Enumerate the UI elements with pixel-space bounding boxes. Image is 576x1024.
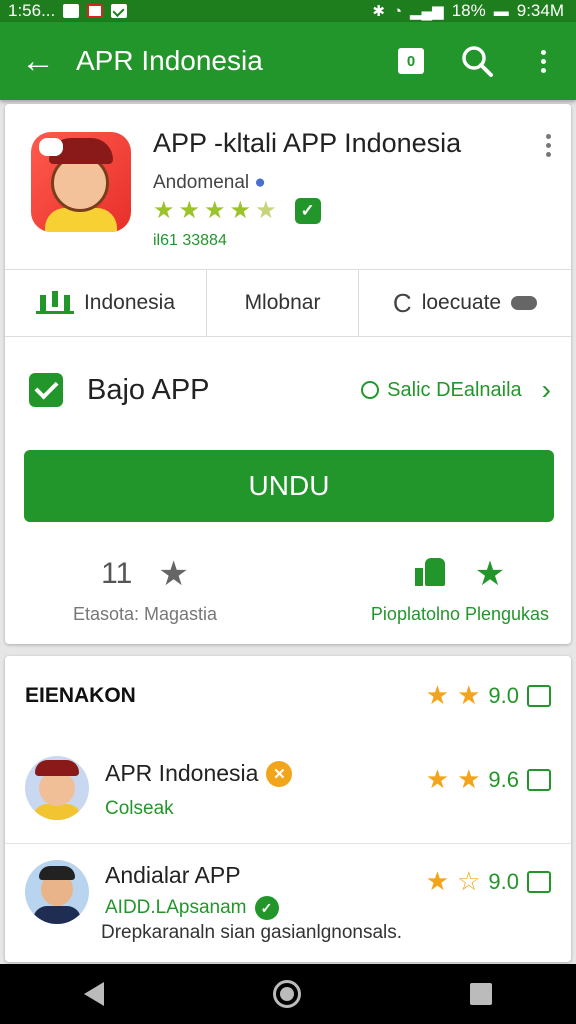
developer-name[interactable]: Andomenal ● [153,172,266,194]
star-icon: ★ [425,680,450,710]
alert-icon [87,4,104,18]
stat-recommend: ★ Pioplatolno Plengukas [355,554,565,625]
status-time-left: 1:56... [8,1,56,20]
rating-stars: ★ ★ ★ ★ ★ ✓ [153,198,321,224]
toggle-icon [511,296,538,310]
option-label: Bajo APP [87,373,210,406]
wifi-icon: ◔ [392,2,403,20]
stat-label: Pioplatolno Plengukas [370,604,550,624]
app-bar: ← APR Indonesia 0 [0,22,576,100]
status-clock: 9:34M [516,1,564,20]
region-icon [35,292,74,314]
overflow-menu-button[interactable] [510,22,576,100]
star-outline-icon: ★ [158,555,189,593]
rating-value: 9.0 [488,868,519,894]
half-star-icon: ☆ [457,866,481,896]
star-icon: ★ [229,197,252,224]
star-icon: ★ [425,764,450,794]
nav-back-icon[interactable] [84,982,105,1006]
thumbs-up-icon [414,554,445,586]
nav-recents-icon[interactable] [469,983,492,1005]
bookmark-icon[interactable] [527,870,551,893]
status-bar: 1:56... ✱ ◔ ▂▄▆ 18% ▬ 9:34M [0,0,576,22]
item-subtitle: Colseak [105,798,174,819]
segment-mobile[interactable]: Mlobnar [207,270,359,336]
card-overflow-menu[interactable] [546,134,551,157]
star-icon: ★ [457,764,481,794]
download-count: il61 33884 [153,232,227,249]
item-subtitle: AIDD.LApsanam [105,897,247,918]
signal-icon: ▂▄▆ [410,3,444,20]
segment-locate[interactable]: C loecuate [359,270,571,336]
app-bar-title: APR Indonesia [76,45,263,76]
star-icon: ★ [178,197,201,224]
system-nav-bar [0,964,576,1024]
stat-number: 11 [101,557,133,590]
list-item[interactable]: APR Indonesia ✕ Colseak ★ ★ 9.6 [5,740,571,844]
notification-icon [63,4,80,18]
related-apps-card: EIENAKON ★ ★ 9.0 APR Indonesia ✕ Colseak… [5,656,571,962]
star-icon: ★ [474,555,506,593]
section-rating: ★ ★ 9.0 [426,680,551,711]
rating-value: 9.6 [488,766,519,792]
avatar [25,756,89,820]
checkbox-checked[interactable] [29,373,63,407]
app-detail-card: APP -kltali APP Indonesia Andomenal ● ★ … [5,104,571,644]
item-description: Drepkaranaln sian gasianlgnonsals. [101,922,403,943]
verified-check-icon: ✓ [294,198,321,224]
star-icon: ★ [153,197,175,224]
more-vert-icon [540,49,546,73]
developer-label: Andomenal [153,172,250,193]
list-item[interactable]: Andialar APP AIDD.LApsanam ✓ ★ ☆ 9.0 Dre… [5,844,571,948]
badge-icon: ● [254,172,266,193]
bookmark-icon[interactable] [527,768,551,791]
search-small-icon [361,381,380,399]
stat-rating: 11 ★ Etasota: Magastia [55,554,235,625]
item-title: APR Indonesia [105,760,259,786]
chevron-right-icon: › [541,374,551,405]
verified-badge-icon: ✕ [266,760,293,787]
install-button[interactable]: UNDU [24,450,554,522]
tabs-icon: 0 [398,48,424,74]
item-rating: ★ ★ 9.6 [426,764,551,795]
back-arrow-icon[interactable]: ← [0,22,76,100]
star-icon: ★ [204,197,226,224]
details-link[interactable]: Salic DEalnaila › [361,374,551,406]
search-icon [462,46,493,77]
star-icon: ★ [457,680,481,710]
half-star-icon: ★ [255,197,277,224]
search-button[interactable] [444,22,510,100]
info-segments: Indonesia Mlobnar C loecuate [5,269,571,337]
bluetooth-icon: ✱ [372,3,385,20]
bookmark-icon[interactable] [527,684,551,707]
app-name: APP -kltali APP Indonesia [153,128,462,158]
item-title: Andialar APP [105,862,241,888]
rating-value: 9.0 [488,682,519,708]
verified-check-icon: ✓ [254,896,279,920]
refresh-icon: C [392,287,412,318]
battery-percent: 18% [451,1,486,20]
segment-label: Indonesia [83,291,176,314]
segment-label: Mlobnar [244,291,321,314]
section-title: EIENAKON [25,684,136,707]
avatar [25,860,89,924]
nav-home-icon[interactable] [272,980,301,1008]
app-icon [31,132,131,232]
tabs-button[interactable]: 0 [378,22,444,100]
segment-label: loecuate [421,291,502,314]
segment-region[interactable]: Indonesia [5,270,207,336]
star-icon: ★ [425,866,450,896]
stat-label: Etasota: Magastia [72,604,218,624]
item-rating: ★ ☆ 9.0 [426,866,551,897]
option-row[interactable]: Bajo APP Salic DEalnaila › [5,340,571,440]
download-complete-icon [111,4,128,18]
details-link-label: Salic DEalnaila [387,378,522,401]
battery-icon: ▬ [493,2,509,20]
